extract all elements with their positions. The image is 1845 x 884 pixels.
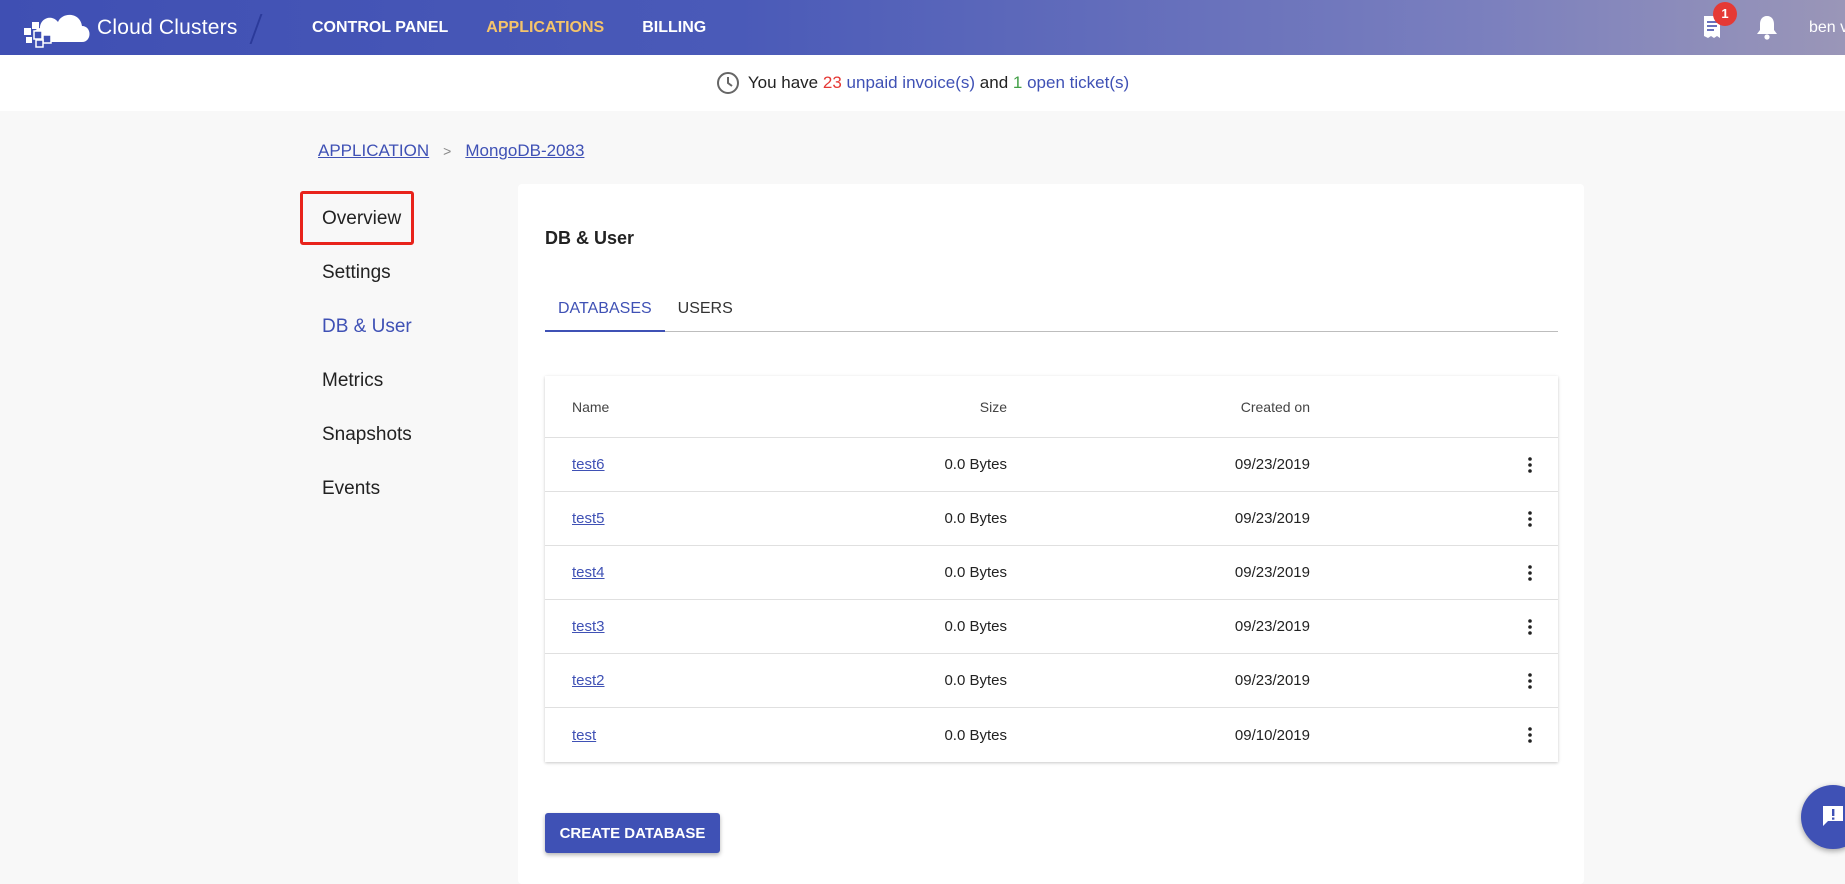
more-vert-icon[interactable] [1520, 617, 1540, 637]
more-vert-icon[interactable] [1520, 563, 1540, 583]
cloud-logo-icon [24, 14, 90, 48]
tab-databases[interactable]: DATABASES [545, 294, 665, 332]
database-created: 09/23/2019 [1234, 456, 1310, 473]
sidebar-item-metrics[interactable]: Metrics [300, 354, 500, 408]
chat-icon [1823, 806, 1843, 826]
database-created: 09/23/2019 [1234, 564, 1310, 581]
databases-table: Name Size Created on test6 0.0 Bytes 09/… [545, 376, 1558, 762]
sidebar-item-events[interactable]: Events [300, 462, 500, 516]
notifications-button[interactable] [1755, 14, 1783, 42]
breadcrumb-separator: > [443, 143, 452, 159]
database-size: 0.0 Bytes [944, 618, 1007, 635]
brand-name: Cloud Clusters [97, 16, 238, 39]
nav-control-panel[interactable]: CONTROL PANEL [312, 19, 448, 37]
table-row: test 0.0 Bytes 09/10/2019 [545, 708, 1558, 762]
unpaid-invoices-link[interactable]: unpaid invoice(s) [847, 73, 976, 93]
database-size: 0.0 Bytes [944, 456, 1007, 473]
table-row: test2 0.0 Bytes 09/23/2019 [545, 654, 1558, 708]
notice-and: and [979, 73, 1009, 92]
page-title: DB & User [545, 228, 635, 248]
sidebar-item-overview[interactable]: Overview [300, 192, 500, 246]
clock-icon [716, 72, 739, 94]
top-navbar: Cloud Clusters CONTROL PANEL APPLICATION… [0, 0, 1845, 55]
create-database-button[interactable]: CREATE DATABASE [545, 813, 720, 853]
table-header: Name Size Created on [545, 376, 1558, 438]
brand-divider [249, 14, 263, 44]
sidebar-item-settings[interactable]: Settings [300, 246, 500, 300]
bell-icon [1757, 15, 1777, 40]
database-size: 0.0 Bytes [944, 510, 1007, 527]
notice-prefix: You have [747, 73, 819, 92]
nav-billing[interactable]: BILLING [642, 19, 706, 37]
column-header-actions [1310, 380, 1558, 434]
database-created: 09/23/2019 [1234, 510, 1310, 527]
database-name-link[interactable]: test4 [572, 564, 605, 581]
column-header-size: Size [979, 398, 1007, 415]
invoice-count: 23 [822, 73, 842, 92]
database-created: 09/23/2019 [1234, 618, 1310, 635]
chat-button[interactable] [1801, 785, 1845, 849]
database-created: 09/23/2019 [1234, 672, 1310, 689]
database-name-link[interactable]: test5 [572, 510, 605, 527]
main-card: DB & User DATABASES USERS Name Size Crea… [518, 184, 1584, 884]
nav-applications[interactable]: APPLICATIONS [486, 19, 604, 37]
breadcrumb: APPLICATION > MongoDB-2083 [318, 141, 584, 161]
side-nav: Overview Settings DB & User Metrics Snap… [300, 192, 500, 516]
notice-bar: You have 23 unpaid invoice(s) and 1 open… [0, 55, 1845, 111]
database-name-link[interactable]: test [572, 727, 596, 744]
database-created: 09/10/2019 [1234, 726, 1310, 744]
more-vert-icon[interactable] [1520, 725, 1540, 745]
database-name-link[interactable]: test2 [572, 672, 605, 689]
database-name-link[interactable]: test3 [572, 618, 605, 635]
database-size: 0.0 Bytes [944, 564, 1007, 581]
header-actions: 1 ben v [1701, 0, 1845, 55]
table-row: test4 0.0 Bytes 09/23/2019 [545, 546, 1558, 600]
ticket-count: 1 [1012, 73, 1023, 92]
table-row: test6 0.0 Bytes 09/23/2019 [545, 438, 1558, 492]
tab-bar: DATABASES USERS [545, 294, 1558, 332]
sidebar-item-snapshots[interactable]: Snapshots [300, 408, 500, 462]
database-size: 0.0 Bytes [944, 726, 1007, 744]
more-vert-icon[interactable] [1520, 671, 1540, 691]
table-row: test5 0.0 Bytes 09/23/2019 [545, 492, 1558, 546]
table-row: test3 0.0 Bytes 09/23/2019 [545, 600, 1558, 654]
open-tickets-link[interactable]: open ticket(s) [1027, 73, 1129, 93]
user-menu[interactable]: ben v [1809, 19, 1845, 37]
column-header-name: Name [572, 398, 610, 415]
invoice-badge: 1 [1713, 1, 1737, 26]
invoice-button[interactable]: 1 [1701, 1, 1737, 42]
main-nav: CONTROL PANEL APPLICATIONS BILLING [312, 0, 744, 55]
breadcrumb-application[interactable]: APPLICATION [318, 141, 429, 161]
more-vert-icon[interactable] [1520, 455, 1540, 475]
database-size: 0.0 Bytes [944, 672, 1007, 689]
column-header-created: Created on [1240, 398, 1310, 415]
more-vert-icon[interactable] [1520, 509, 1540, 529]
breadcrumb-current[interactable]: MongoDB-2083 [465, 141, 584, 161]
sidebar-item-db-user[interactable]: DB & User [300, 300, 500, 354]
brand[interactable]: Cloud Clusters [22, 8, 238, 48]
database-name-link[interactable]: test6 [572, 456, 605, 473]
tab-users[interactable]: USERS [665, 294, 746, 332]
